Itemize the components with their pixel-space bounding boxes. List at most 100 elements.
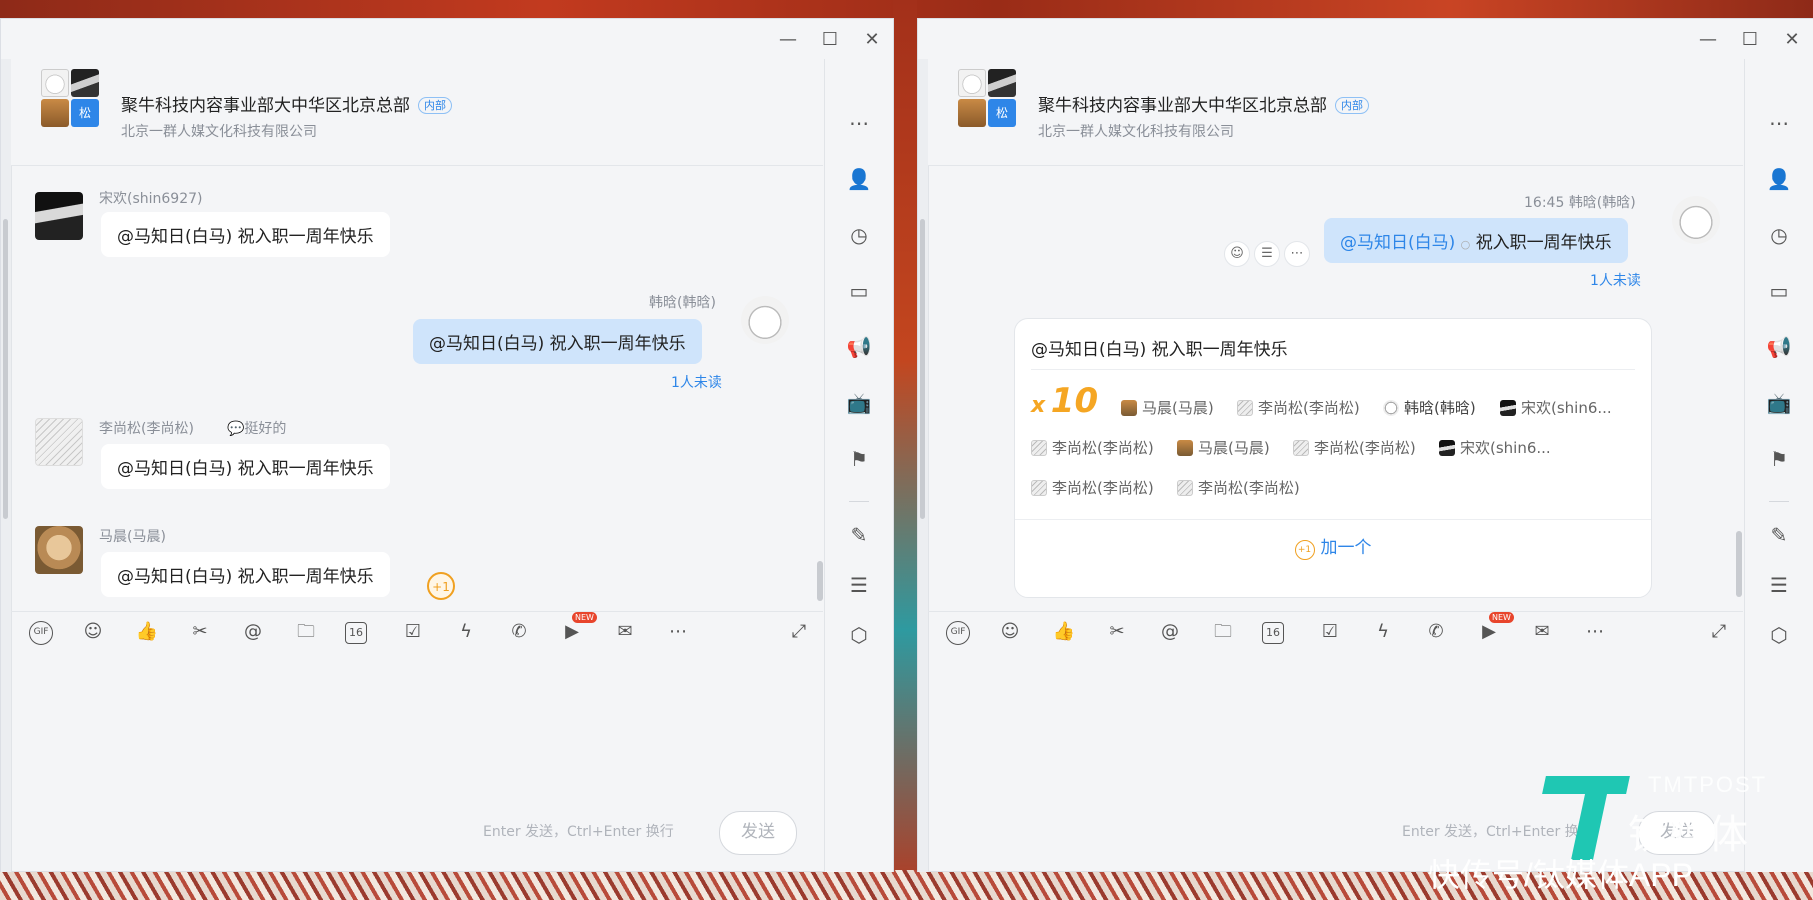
more-options-icon[interactable]: ⋯ (1765, 109, 1793, 137)
flag-icon[interactable]: ⚑ (845, 445, 873, 473)
lightning-icon[interactable]: ϟ (452, 618, 480, 646)
scissors-icon[interactable]: ✂ (186, 618, 214, 646)
video-icon[interactable]: ▶ NEW (558, 612, 597, 646)
gif-button[interactable]: GIF (29, 621, 53, 645)
expand-icon[interactable]: ⤢ (785, 618, 813, 646)
minimize-button[interactable]: — (1687, 29, 1729, 50)
note-icon[interactable]: ✎ (845, 521, 873, 549)
unread-status[interactable]: 1人未读 (1590, 270, 1641, 290)
checkbox-icon[interactable]: ☑ (399, 618, 427, 646)
chat-scrollbar[interactable] (817, 561, 823, 601)
announcement-icon[interactable]: 📢 (845, 333, 873, 361)
maximize-button[interactable]: ☐ (809, 29, 851, 50)
participant[interactable]: 韩晗(韩晗) (1383, 397, 1476, 418)
announcement-icon[interactable]: 📢 (1765, 333, 1793, 361)
phone-icon[interactable]: ✆ (1422, 618, 1450, 646)
avatar[interactable] (35, 192, 83, 240)
mention-icon[interactable]: @ (239, 618, 267, 646)
video-icon[interactable]: ▶ NEW (1475, 612, 1514, 646)
participant-avatar (1439, 440, 1455, 456)
avatar[interactable] (741, 296, 789, 344)
participant[interactable]: 李尚松(李尚松) (1031, 437, 1154, 458)
add-one-button[interactable]: +1 加一个 (1015, 533, 1651, 560)
calendar-icon[interactable]: 16 (345, 622, 367, 644)
message-list[interactable]: 宋欢(shin6927) @马知日(白马) 祝入职一周年快乐 韩晗(韩晗) @马… (11, 166, 823, 608)
chat-scrollbar[interactable] (1736, 531, 1742, 597)
participant[interactable]: 宋欢(shin6... (1439, 437, 1551, 458)
more-options-icon[interactable]: ⋯ (845, 109, 873, 137)
gif-button[interactable]: GIF (946, 621, 970, 645)
message-list[interactable]: 16:45 韩晗(韩晗) @马知日(白马) ○ 祝入职一周年快乐 ☺ ☰ ⋯ 1… (928, 166, 1743, 608)
thumbs-up-icon[interactable]: 👍 (133, 618, 161, 646)
maximize-button[interactable]: ☐ (1729, 29, 1771, 50)
message-bubble[interactable]: @马知日(白马) 祝入职一周年快乐 (101, 444, 390, 489)
doc-icon[interactable]: ☰ (845, 571, 873, 599)
checkbox-icon[interactable]: ☑ (1316, 618, 1344, 646)
sender-name: 李尚松(李尚松) (99, 421, 194, 437)
group-avatar[interactable]: 松 (958, 69, 1016, 127)
participant[interactable]: 李尚松(李尚松) (1177, 477, 1300, 498)
divider (1015, 519, 1651, 520)
mention-icon[interactable]: @ (1156, 618, 1184, 646)
package-icon[interactable]: ⬡ (845, 621, 873, 649)
calendar-icon[interactable]: 16 (1262, 622, 1284, 644)
mail-icon[interactable]: ✉ (611, 618, 639, 646)
scrollbar[interactable] (3, 219, 8, 519)
scissors-icon[interactable]: ✂ (1103, 618, 1131, 646)
participant[interactable]: 李尚松(李尚松) (1237, 397, 1360, 418)
folder-plus-icon[interactable]: 🗀 (292, 618, 320, 646)
participant[interactable]: 李尚松(李尚松) (1031, 477, 1154, 498)
scrollbar[interactable] (920, 219, 925, 519)
close-button[interactable]: ✕ (851, 29, 893, 50)
emoji-icon[interactable]: ☺ (996, 618, 1024, 646)
history-icon[interactable]: ◷ (1765, 221, 1793, 249)
participant-name: 李尚松(李尚松) (1198, 479, 1300, 497)
emoji-react-icon[interactable]: ☺ (1224, 241, 1250, 267)
avatar[interactable] (35, 418, 83, 466)
avatar[interactable] (35, 526, 83, 574)
message-bubble-self[interactable]: @马知日(白马) 祝入职一周年快乐 (413, 319, 702, 364)
folder-plus-icon[interactable]: 🗀 (1209, 618, 1237, 646)
phone-icon[interactable]: ✆ (505, 618, 533, 646)
doc-icon[interactable]: ☰ (1765, 571, 1793, 599)
add-member-icon[interactable]: 👤 (845, 165, 873, 193)
member-avatar (41, 99, 69, 127)
plus-one-button[interactable]: +1 (427, 572, 455, 600)
participant[interactable]: 马晨(马晨) (1177, 437, 1270, 458)
note-icon[interactable]: ✎ (1765, 521, 1793, 549)
composer-toolbar: GIF ☺ 👍 ✂ @ 🗀 16 ☑ ϟ ✆ ▶ NEW ✉ ⋯ ⤢ (11, 611, 823, 656)
reply-quote[interactable]: 💬挺好的 (227, 418, 286, 438)
reply-icon[interactable]: ☰ (1254, 241, 1280, 267)
participant[interactable]: 宋欢(shin6... (1500, 397, 1612, 418)
message-bubble-self[interactable]: @马知日(白马) ○ 祝入职一周年快乐 (1324, 218, 1628, 263)
message-bubble[interactable]: @马知日(白马) 祝入职一周年快乐 (101, 552, 390, 597)
minimize-button[interactable]: — (767, 29, 809, 50)
group-title[interactable]: 聚牛科技内容事业部大中华区北京总部 内部 (1038, 91, 1369, 116)
expand-icon[interactable]: ⤢ (1705, 618, 1733, 646)
live-icon[interactable]: 📺 (1765, 389, 1793, 417)
live-icon[interactable]: 📺 (845, 389, 873, 417)
group-title[interactable]: 聚牛科技内容事业部大中华区北京总部 内部 (121, 91, 452, 116)
history-icon[interactable]: ◷ (845, 221, 873, 249)
thumbs-up-icon[interactable]: 👍 (1050, 618, 1078, 646)
more-icon[interactable]: ⋯ (664, 618, 692, 646)
more-icon[interactable]: ⋯ (1581, 618, 1609, 646)
mention[interactable]: @马知日(白马) (1340, 233, 1455, 253)
participant[interactable]: 李尚松(李尚松) (1293, 437, 1416, 458)
send-button[interactable]: 发送 (719, 811, 797, 855)
folder-icon[interactable]: ▭ (1765, 277, 1793, 305)
group-avatar[interactable]: 松 (41, 69, 99, 127)
avatar[interactable] (1672, 196, 1720, 244)
emoji-icon[interactable]: ☺ (79, 618, 107, 646)
flag-icon[interactable]: ⚑ (1765, 445, 1793, 473)
add-member-icon[interactable]: 👤 (1765, 165, 1793, 193)
folder-icon[interactable]: ▭ (845, 277, 873, 305)
message-bubble[interactable]: @马知日(白马) 祝入职一周年快乐 (101, 212, 390, 257)
more-icon[interactable]: ⋯ (1284, 241, 1310, 267)
unread-status[interactable]: 1人未读 (671, 372, 722, 392)
package-icon[interactable]: ⬡ (1765, 621, 1793, 649)
mail-icon[interactable]: ✉ (1528, 618, 1556, 646)
lightning-icon[interactable]: ϟ (1369, 618, 1397, 646)
close-button[interactable]: ✕ (1771, 29, 1813, 50)
participant[interactable]: 马晨(马晨) (1121, 397, 1214, 418)
